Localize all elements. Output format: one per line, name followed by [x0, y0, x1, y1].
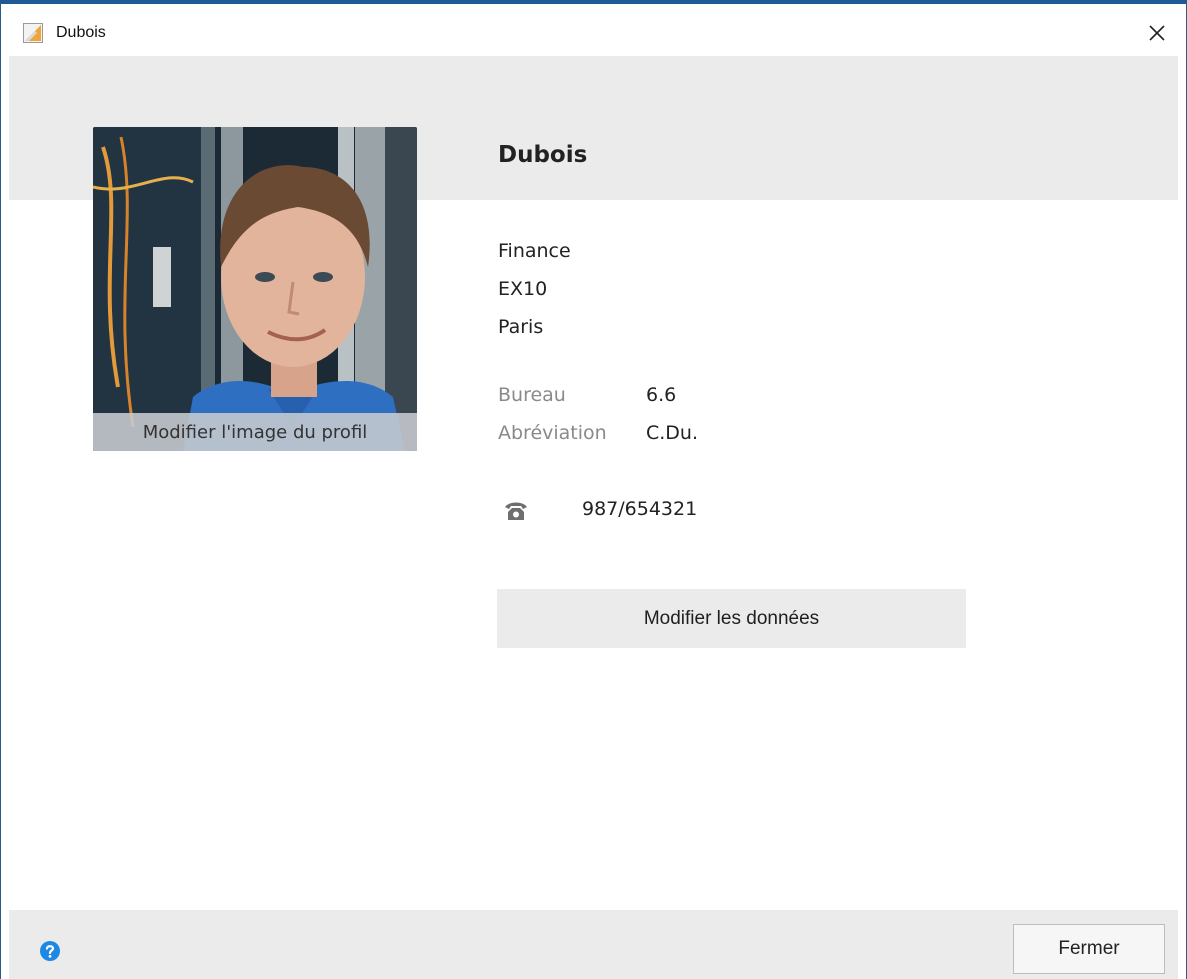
edit-data-button[interactable]: Modifier les données — [497, 589, 966, 648]
department-text: Finance — [498, 240, 571, 262]
window-title: Dubois — [56, 24, 106, 41]
app-logo-icon — [23, 23, 43, 43]
person-name: Dubois — [498, 142, 588, 168]
window-close-button[interactable] — [1142, 18, 1172, 48]
close-icon — [1149, 25, 1165, 41]
city-text: Paris — [498, 316, 544, 338]
office-value: 6.6 — [646, 384, 677, 406]
help-icon[interactable] — [39, 940, 61, 962]
title-bar: Dubois — [1, 4, 1186, 56]
profile-window: Dubois Modifier l'image du profil Dubois… — [0, 0, 1187, 979]
close-button[interactable]: Fermer — [1013, 924, 1165, 974]
edit-photo-caption[interactable]: Modifier l'image du profil — [93, 413, 417, 451]
footer-bar — [9, 910, 1178, 979]
code-text: EX10 — [498, 278, 548, 300]
office-label: Bureau — [498, 384, 566, 406]
phone-number[interactable]: 987/654321 — [582, 498, 697, 520]
profile-photo-image — [93, 127, 417, 451]
profile-photo[interactable]: Modifier l'image du profil — [93, 127, 417, 451]
abbreviation-label: Abréviation — [498, 422, 607, 444]
abbreviation-value: C.Du. — [646, 422, 699, 444]
phone-icon — [505, 502, 527, 520]
